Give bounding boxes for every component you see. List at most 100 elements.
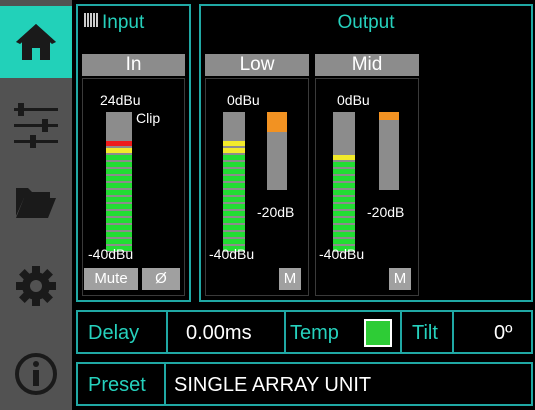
low-gain-reduction-meter: [267, 112, 287, 190]
meter-segment: [223, 211, 245, 216]
input-channel-column: [82, 78, 185, 296]
preset-row[interactable]: Preset SINGLE ARRAY UNIT: [76, 362, 533, 406]
mid-mute-button[interactable]: M: [389, 268, 411, 290]
meter-segment: [223, 232, 245, 237]
meter-segment: [106, 162, 132, 167]
eq-button[interactable]: [0, 90, 72, 162]
meter-segment: [223, 120, 245, 125]
output-panel: Output Low 0dBu -20dB -40dBu M Mid 0dBu …: [199, 4, 533, 302]
mid-channel-header: Mid: [315, 54, 419, 76]
mid-top-label: 0dBu: [337, 92, 370, 108]
meter-segment: [223, 183, 245, 188]
mid-gr-label: -20dB: [367, 204, 405, 220]
meter-segment: [223, 127, 245, 132]
input-title-wrap: Input: [84, 12, 189, 34]
delay-value[interactable]: 0.00ms: [186, 322, 252, 345]
temp-label: Temp: [290, 322, 339, 344]
meter-segment: [333, 169, 355, 174]
meter-segment: [106, 141, 132, 146]
meter-segment: [106, 204, 132, 209]
meter-segment: [223, 155, 245, 160]
preset-label: Preset: [88, 374, 146, 396]
meter-segment: [333, 134, 355, 139]
meter-segment: [333, 232, 355, 237]
sidebar: [0, 0, 72, 410]
meter-segment: [106, 225, 132, 230]
gain-reduction-fill: [379, 112, 399, 120]
mid-gain-reduction-meter: [379, 112, 399, 190]
meter-segment: [333, 197, 355, 202]
meter-segment: [223, 239, 245, 244]
meter-segment: [333, 225, 355, 230]
meter-segment: [106, 169, 132, 174]
low-top-label: 0dBu: [227, 92, 260, 108]
meter-segment: [223, 134, 245, 139]
home-button[interactable]: [0, 6, 72, 78]
delay-label: Delay: [88, 322, 140, 344]
output-title: Output: [337, 12, 395, 33]
tilt-value[interactable]: 0º: [494, 322, 512, 345]
meter-segment: [223, 197, 245, 202]
low-gr-label: -20dB: [257, 204, 295, 220]
gain-reduction-fill: [267, 112, 287, 132]
divider: [452, 310, 454, 354]
controls-row: Delay 0.00ms Temp Tilt 0º: [76, 310, 533, 354]
tilt-label: Tilt: [412, 322, 438, 344]
meter-segment: [106, 155, 132, 160]
info-icon: [15, 353, 57, 395]
folder-icon: [16, 188, 56, 218]
clip-label: Clip: [136, 110, 161, 126]
meter-segment: [223, 204, 245, 209]
temp-toggle[interactable]: [364, 319, 392, 347]
info-button[interactable]: [0, 338, 72, 410]
divider: [166, 310, 168, 354]
meter-segment: [333, 190, 355, 195]
meter-segment: [106, 127, 132, 132]
settings-button[interactable]: [0, 250, 72, 322]
meter-segment: [106, 176, 132, 181]
meter-segment: [106, 134, 132, 139]
meter-segment: [223, 162, 245, 167]
meter-segment: [333, 211, 355, 216]
preset-value[interactable]: SINGLE ARRAY UNIT: [174, 374, 371, 397]
mid-level-meter: [333, 112, 355, 252]
meter-segment: [223, 113, 245, 118]
input-top-label: 24dBu: [100, 92, 141, 108]
low-channel-header: Low: [205, 54, 309, 76]
meter-segment: [333, 162, 355, 167]
meter-segment: [223, 169, 245, 174]
sliders-icon: [14, 103, 58, 148]
meter-segment: [106, 232, 132, 237]
low-channel-column: [205, 78, 309, 296]
meter-segment: [106, 239, 132, 244]
meter-segment: [106, 197, 132, 202]
meter-segment: [106, 190, 132, 195]
gear-icon: [16, 266, 56, 306]
mute-button[interactable]: Mute: [84, 268, 138, 290]
meter-segment: [333, 176, 355, 181]
mid-bottom-label: -40dBu: [319, 246, 365, 262]
input-title: Input: [102, 12, 145, 33]
home-icon: [16, 24, 56, 60]
meter-segment: [223, 148, 245, 153]
meter-segment: [333, 204, 355, 209]
phase-invert-button[interactable]: Ø: [142, 268, 180, 290]
input-bottom-label: -40dBu: [88, 246, 134, 262]
input-channel-header: In: [82, 54, 185, 76]
divider: [284, 310, 286, 354]
meter-segment: [333, 218, 355, 223]
low-mute-button[interactable]: M: [279, 268, 301, 290]
meter-segment: [223, 190, 245, 195]
mid-channel-column: [315, 78, 419, 296]
meter-segment: [333, 148, 355, 153]
meter-segment: [333, 155, 355, 160]
input-level-meter: [106, 112, 132, 252]
folder-button[interactable]: [0, 166, 72, 238]
meter-segment: [106, 211, 132, 216]
low-bottom-label: -40dBu: [209, 246, 255, 262]
meter-segment: [106, 120, 132, 125]
input-waveform-icon: [84, 12, 98, 34]
meter-segment: [223, 225, 245, 230]
divider: [400, 310, 402, 354]
meter-segment: [333, 120, 355, 125]
